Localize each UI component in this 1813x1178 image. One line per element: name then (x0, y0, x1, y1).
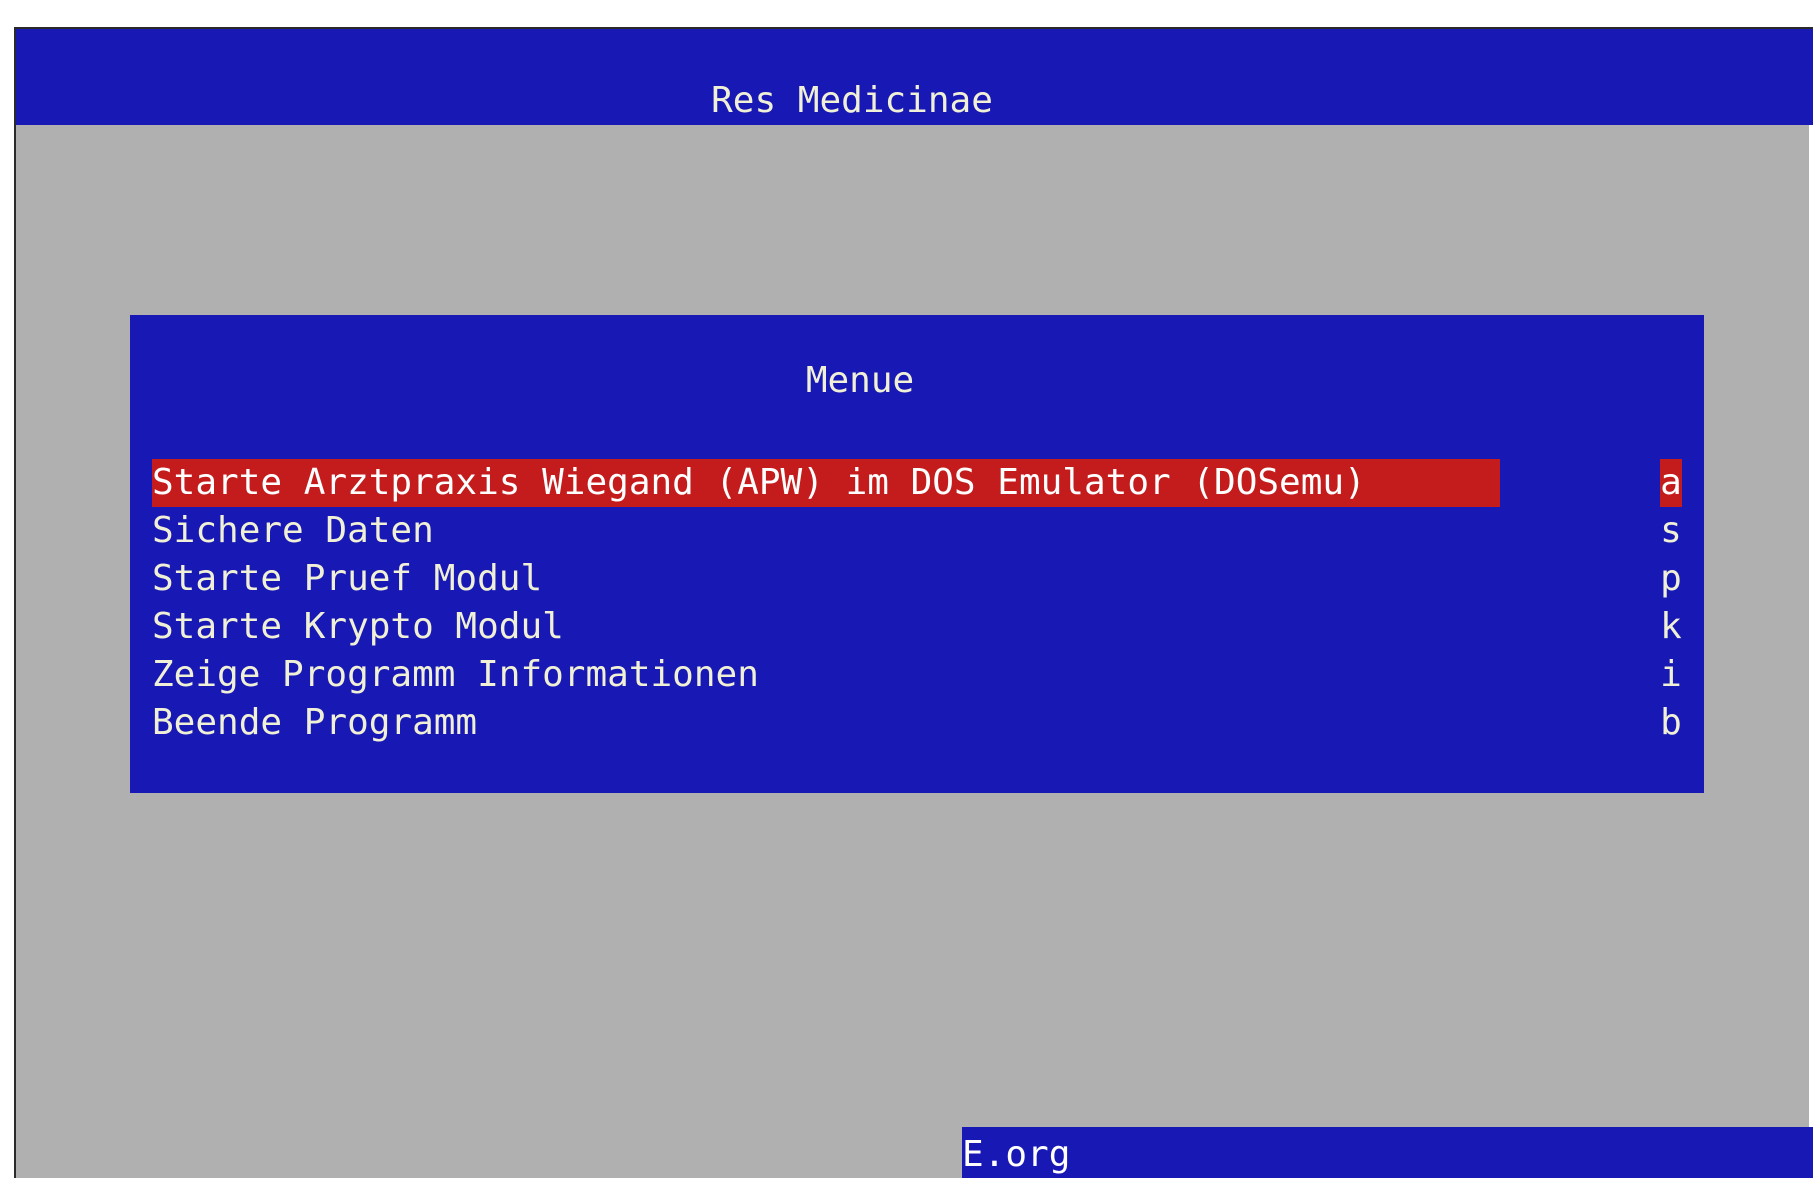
footer-text: E.org (962, 1134, 1071, 1175)
menu-item-label: Sichere Daten (152, 510, 434, 551)
menu-dialog: Menue Starte Arztpraxis Wiegand (APW) im… (130, 315, 1704, 793)
footer-bar: E.org (962, 1127, 1813, 1178)
menu-item-crypto-module[interactable]: Starte Krypto Modul k (152, 603, 1682, 651)
menu-item-hotkey: i (1660, 654, 1682, 695)
menu-item-label: Starte Pruef Modul (152, 558, 543, 599)
menu-item-label: Zeige Programm Informationen (152, 654, 759, 695)
menu-item-hotkey: a (1660, 459, 1682, 507)
menu-item-exit-program[interactable]: Beende Programm b (152, 699, 1682, 747)
terminal-screen: Res Medicinae Menue Starte Arztpraxis Wi… (14, 27, 1813, 1178)
menu-item-backup-data[interactable]: Sichere Daten s (152, 507, 1682, 555)
dialog-title: Menue (805, 360, 915, 401)
menu-item-hotkey: k (1660, 606, 1682, 647)
menu-item-hotkey: s (1660, 510, 1682, 551)
menu-item-program-info[interactable]: Zeige Programm Informationen i (152, 651, 1682, 699)
title-bar: Res Medicinae (16, 29, 1813, 125)
menu-item-label: Beende Programm (152, 702, 478, 743)
menu-item-hotkey: b (1660, 702, 1682, 743)
menu-item-label: Starte Krypto Modul (152, 606, 564, 647)
menu-item-hotkey: p (1660, 558, 1682, 599)
menu-item-check-module[interactable]: Starte Pruef Modul p (152, 555, 1682, 603)
screen-edge (1809, 125, 1813, 1178)
menu-item-start-apw[interactable]: Starte Arztpraxis Wiegand (APW) im DOS E… (152, 459, 1682, 507)
menu-list: Starte Arztpraxis Wiegand (APW) im DOS E… (152, 459, 1682, 747)
menu-item-label: Starte Arztpraxis Wiegand (APW) im DOS E… (152, 459, 1500, 507)
app-title: Res Medicinae (711, 80, 993, 121)
